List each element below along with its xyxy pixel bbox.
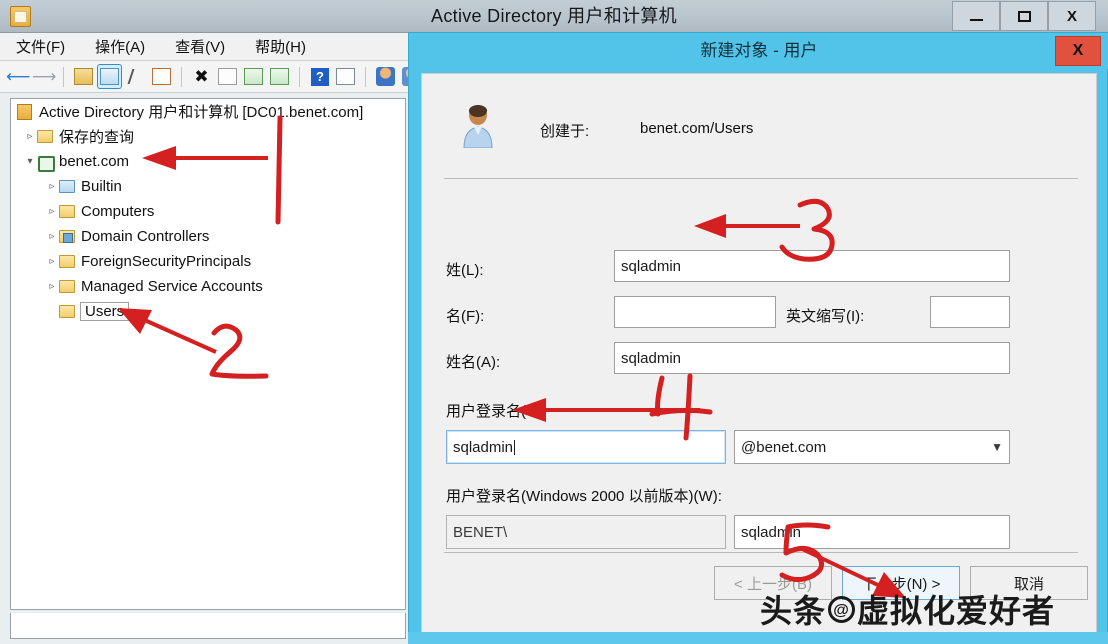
dialog-surface: 创建于: benet.com/Users 姓(L): sqladmin 名(F)… xyxy=(421,73,1097,637)
maximize-icon xyxy=(1017,10,1031,22)
dialog-close-button[interactable]: X xyxy=(1055,36,1101,66)
toolbar-separator xyxy=(299,66,300,87)
tree-item-label: ForeignSecurityPrincipals xyxy=(81,253,252,270)
header-divider xyxy=(444,178,1078,179)
first-name-label: 名(F): xyxy=(446,308,485,325)
dialog-title: 新建对象 - 用户 xyxy=(700,41,818,60)
chevron-down-icon: ▼ xyxy=(991,440,1003,454)
up-folder-icon[interactable] xyxy=(72,65,95,88)
main-window-title: Active Directory 用户和计算机 xyxy=(431,6,677,26)
delete-icon[interactable]: ✖ xyxy=(190,65,213,88)
tree-item-label: Users xyxy=(79,302,130,321)
footer-divider xyxy=(444,552,1078,553)
tree-item-managed-service-accounts[interactable]: ▹ Managed Service Accounts xyxy=(11,274,405,299)
domain-icon xyxy=(37,154,55,172)
user-avatar-icon xyxy=(463,105,493,148)
forward-icon[interactable]: ⟶ xyxy=(32,65,56,88)
folder-icon xyxy=(37,130,53,143)
text-caret xyxy=(514,439,516,455)
tree-item-benet-com[interactable]: ▾ benet.com xyxy=(11,149,405,174)
toolbar-separator xyxy=(63,66,64,87)
minimize-icon xyxy=(969,19,983,21)
toolbar-separator xyxy=(181,66,182,87)
cut-icon[interactable] xyxy=(124,65,147,88)
created-in-label: 创建于: xyxy=(540,123,590,140)
initials-label: 英文缩写(I): xyxy=(786,308,865,325)
refresh-icon[interactable] xyxy=(242,65,265,88)
first-name-input[interactable] xyxy=(614,296,776,328)
sam-account-label: 用户登录名(Windows 2000 以前版本)(W): xyxy=(446,488,722,505)
tree-item-label: benet.com xyxy=(59,153,130,170)
sam-domain-input: BENET\ xyxy=(446,515,726,549)
status-bar xyxy=(10,613,406,639)
user-logon-name-input[interactable]: sqladmin xyxy=(446,430,726,464)
screenshot-root: Active Directory 用户和计算机 X 文件(F) 操作(A) 查看… xyxy=(0,0,1108,644)
last-name-label: 姓(L): xyxy=(446,262,484,279)
initials-input[interactable] xyxy=(930,296,1010,328)
folder-builtin-icon xyxy=(59,180,75,193)
chevron-right-icon[interactable]: ▹ xyxy=(23,131,37,142)
show-hide-console-tree-icon[interactable] xyxy=(97,64,122,89)
tree-item-label: 保存的查询 xyxy=(59,129,135,146)
toolbar-separator xyxy=(365,66,366,87)
user-logon-name-value: sqladmin xyxy=(453,438,514,456)
folder-ou-icon xyxy=(59,230,75,243)
watermark-prefix: 头条 xyxy=(760,593,827,629)
back-icon[interactable]: ⟵ xyxy=(6,65,30,88)
tree-item-label: Active Directory 用户和计算机 [DC01.benet.com] xyxy=(39,104,364,121)
last-name-input[interactable]: sqladmin xyxy=(614,250,1010,282)
tree-item-foreign-security-principals[interactable]: ▹ ForeignSecurityPrincipals xyxy=(11,249,405,274)
chevron-down-icon[interactable]: ▾ xyxy=(23,156,37,167)
new-object-user-dialog: 新建对象 - 用户 X 创建于: benet.com/Users 姓(L): s… xyxy=(408,32,1108,644)
watermark-suffix: 虚拟化爱好者 xyxy=(857,593,1056,629)
full-name-input[interactable]: sqladmin xyxy=(614,342,1010,374)
tree-item-domain-controllers[interactable]: ▹ Domain Controllers xyxy=(11,224,405,249)
maximize-button[interactable] xyxy=(1000,1,1048,31)
tree-item-label: Managed Service Accounts xyxy=(81,278,263,295)
full-name-label: 姓名(A): xyxy=(446,354,501,371)
chevron-right-icon[interactable]: ▹ xyxy=(45,281,59,292)
created-in-value: benet.com/Users xyxy=(640,120,754,137)
properties-icon[interactable] xyxy=(216,65,239,88)
tree-item-saved-queries[interactable]: ▹ 保存的查询 xyxy=(11,124,405,149)
tree-item-users[interactable]: Users xyxy=(11,299,405,324)
folder-icon xyxy=(59,305,75,318)
paste-icon[interactable] xyxy=(150,65,173,88)
folder-icon xyxy=(59,280,75,293)
menu-item-file[interactable]: 文件(F) xyxy=(10,34,71,59)
chevron-right-icon[interactable]: ▹ xyxy=(45,256,59,267)
user-logon-name-label: 用户登录名(U): xyxy=(446,403,546,420)
tree-item-computers[interactable]: ▹ Computers xyxy=(11,199,405,224)
close-button[interactable]: X xyxy=(1048,1,1096,31)
folder-icon xyxy=(59,255,75,268)
folder-icon xyxy=(59,205,75,218)
new-user-icon[interactable] xyxy=(374,65,397,88)
main-titlebar: Active Directory 用户和计算机 X xyxy=(0,0,1108,33)
dialog-titlebar: 新建对象 - 用户 X xyxy=(409,33,1108,69)
menu-item-view[interactable]: 查看(V) xyxy=(169,34,231,59)
upn-suffix-select[interactable]: @benet.com ▼ xyxy=(734,430,1010,464)
dialog-header: 创建于: benet.com/Users xyxy=(422,74,1096,182)
tree-item-label: Computers xyxy=(81,203,155,220)
watermark-at-icon: @ xyxy=(828,595,856,623)
watermark: 头条 @ 虚拟化爱好者 xyxy=(760,584,1108,634)
help-icon[interactable]: ? xyxy=(308,65,331,88)
export-list-icon[interactable] xyxy=(268,65,291,88)
console-tree-panel: Active Directory 用户和计算机 [DC01.benet.com]… xyxy=(10,98,406,610)
tree-item-label: Domain Controllers xyxy=(81,228,210,245)
chevron-right-icon[interactable]: ▹ xyxy=(45,231,59,242)
tree-item-builtin[interactable]: ▹ Builtin xyxy=(11,174,405,199)
show-details-pane-icon[interactable] xyxy=(334,65,357,88)
chevron-right-icon[interactable]: ▹ xyxy=(45,206,59,217)
menu-item-action[interactable]: 操作(A) xyxy=(89,34,151,59)
minimize-button[interactable] xyxy=(952,1,1000,31)
console-root-icon xyxy=(17,103,32,120)
chevron-right-icon[interactable]: ▹ xyxy=(45,181,59,192)
menu-item-help[interactable]: 帮助(H) xyxy=(249,34,312,59)
tree-item-console-root[interactable]: Active Directory 用户和计算机 [DC01.benet.com] xyxy=(11,99,405,124)
sam-account-input[interactable]: sqladmin xyxy=(734,515,1010,549)
upn-suffix-value: @benet.com xyxy=(741,438,827,456)
tree-item-label: Builtin xyxy=(81,178,122,195)
